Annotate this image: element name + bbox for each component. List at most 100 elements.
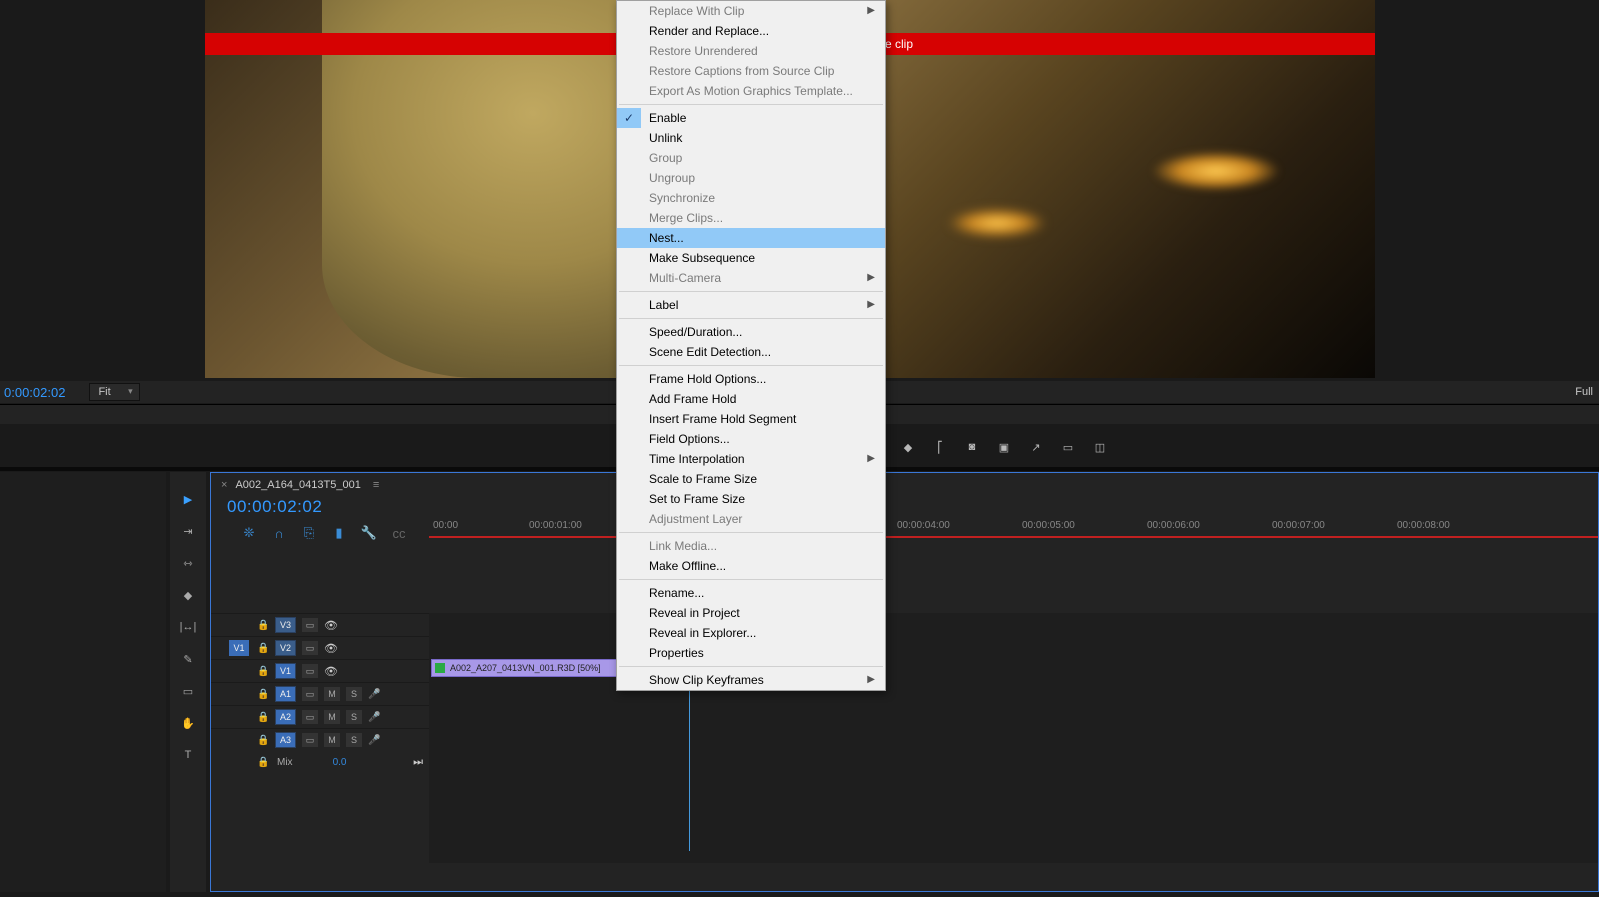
source-v1-tag[interactable]: V1 bbox=[229, 640, 249, 656]
track-toggle[interactable]: ▭ bbox=[302, 618, 318, 632]
sequence-tab[interactable]: × A002_A164_0413T5_001 ≡ bbox=[211, 473, 1598, 491]
menu-item-set-to-frame-size[interactable]: Set to Frame Size bbox=[617, 489, 885, 509]
zoom-fit-dropdown[interactable]: Fit bbox=[89, 383, 139, 401]
track-toggle[interactable]: ▭ bbox=[302, 710, 318, 724]
linked-selection-icon[interactable]: ⎘ bbox=[301, 525, 317, 541]
mic-icon[interactable]: 🎤 bbox=[368, 712, 380, 723]
track-a2[interactable]: 🔒 A2 ▭ M S 🎤 bbox=[211, 705, 429, 728]
track-toggle[interactable]: ▭ bbox=[302, 664, 318, 678]
eye-icon[interactable]: 👁 bbox=[324, 665, 338, 678]
camera-icon[interactable]: ◙ bbox=[964, 439, 980, 455]
track-v2[interactable]: V1 🔒 V2 ▭ 👁 bbox=[211, 636, 429, 659]
menu-item-make-offline[interactable]: Make Offline... bbox=[617, 556, 885, 576]
lock-icon[interactable]: 🔒 bbox=[257, 620, 269, 631]
settings-icon[interactable]: 🔧 bbox=[361, 525, 377, 541]
hand-tool[interactable]: ✋ bbox=[177, 712, 199, 734]
menu-item-adjustment-layer: Adjustment Layer bbox=[617, 509, 885, 529]
timeline-timecode[interactable]: 00:00:02:02 bbox=[227, 497, 1598, 517]
track-a3[interactable]: 🔒 A3 ▭ M S 🎤 bbox=[211, 728, 429, 751]
menu-item-scale-to-frame-size[interactable]: Scale to Frame Size bbox=[617, 469, 885, 489]
fx-badge-icon[interactable] bbox=[435, 663, 445, 673]
track-label[interactable]: V1 bbox=[275, 663, 296, 679]
menu-item-field-options[interactable]: Field Options... bbox=[617, 429, 885, 449]
eye-icon[interactable]: 👁 bbox=[324, 642, 338, 655]
timeline-content[interactable] bbox=[429, 613, 1598, 863]
time-ruler[interactable]: 00:00 00:00:01:00 00:00:04:00 00:00:05:0… bbox=[429, 520, 1598, 542]
add-marker-icon[interactable]: ◆ bbox=[900, 439, 916, 455]
lock-icon[interactable]: 🔒 bbox=[257, 735, 269, 746]
lock-icon[interactable]: 🔒 bbox=[257, 757, 269, 768]
track-label[interactable]: V3 bbox=[275, 617, 296, 633]
tab-menu-icon[interactable]: ≡ bbox=[373, 479, 379, 491]
lift-icon[interactable]: ▭ bbox=[1060, 439, 1076, 455]
menu-item-frame-hold-options[interactable]: Frame Hold Options... bbox=[617, 369, 885, 389]
menu-item-scene-edit-detection[interactable]: Scene Edit Detection... bbox=[617, 342, 885, 362]
track-label[interactable]: A3 bbox=[275, 732, 296, 748]
solo-button[interactable]: S bbox=[346, 733, 362, 747]
track-toggle[interactable]: ▭ bbox=[302, 687, 318, 701]
solo-button[interactable]: S bbox=[346, 710, 362, 724]
menu-item-reveal-in-explorer[interactable]: Reveal in Explorer... bbox=[617, 623, 885, 643]
type-tool[interactable]: T bbox=[177, 744, 199, 766]
track-v1[interactable]: 🔒 V1 ▭ 👁 bbox=[211, 659, 429, 682]
razor-tool[interactable]: ◆ bbox=[177, 584, 199, 606]
marker-icon[interactable]: ▮ bbox=[331, 525, 347, 541]
eye-icon[interactable]: 👁 bbox=[324, 619, 338, 632]
track-toggle[interactable]: ▭ bbox=[302, 641, 318, 655]
menu-item-speed-duration[interactable]: Speed/Duration... bbox=[617, 322, 885, 342]
menu-item-insert-frame-hold-segment[interactable]: Insert Frame Hold Segment bbox=[617, 409, 885, 429]
track-a1[interactable]: 🔒 A1 ▭ M S 🎤 bbox=[211, 682, 429, 705]
menu-item-add-frame-hold[interactable]: Add Frame Hold bbox=[617, 389, 885, 409]
mic-icon[interactable]: 🎤 bbox=[368, 735, 380, 746]
mute-button[interactable]: M bbox=[324, 733, 340, 747]
menu-item-unlink[interactable]: Unlink bbox=[617, 128, 885, 148]
menu-item-export-as-motion-graphics-template: Export As Motion Graphics Template... bbox=[617, 81, 885, 101]
mark-in-icon[interactable]: ⎡ bbox=[932, 439, 948, 455]
track-select-tool[interactable]: ⇥ bbox=[177, 520, 199, 542]
compare-icon[interactable]: ◫ bbox=[1092, 439, 1108, 455]
cc-icon[interactable]: cc bbox=[391, 525, 407, 541]
mute-button[interactable]: M bbox=[324, 687, 340, 701]
resolution-dropdown[interactable]: Full bbox=[1575, 386, 1593, 398]
menu-item-reveal-in-project[interactable]: Reveal in Project bbox=[617, 603, 885, 623]
rectangle-tool[interactable]: ▭ bbox=[177, 680, 199, 702]
mix-value[interactable]: 0.0 bbox=[333, 757, 347, 768]
lock-icon[interactable]: 🔒 bbox=[257, 712, 269, 723]
menu-item-rename[interactable]: Rename... bbox=[617, 583, 885, 603]
skip-end-icon[interactable]: ⏭ bbox=[413, 756, 423, 769]
pen-tool[interactable]: ✎ bbox=[177, 648, 199, 670]
snap-icon[interactable]: ❊ bbox=[241, 525, 257, 541]
menu-item-time-interpolation[interactable]: Time Interpolation▶ bbox=[617, 449, 885, 469]
magnet-icon[interactable]: ∩ bbox=[271, 525, 287, 541]
lock-icon[interactable]: 🔒 bbox=[257, 666, 269, 677]
menu-separator bbox=[619, 291, 883, 292]
menu-item-label[interactable]: Label▶ bbox=[617, 295, 885, 315]
mix-track[interactable]: 🔒 Mix 0.0 ⏭ bbox=[211, 751, 429, 773]
menu-item-render-and-replace[interactable]: Render and Replace... bbox=[617, 21, 885, 41]
lock-icon[interactable]: 🔒 bbox=[257, 689, 269, 700]
close-tab-icon[interactable]: × bbox=[221, 479, 227, 491]
menu-item-make-subsequence[interactable]: Make Subsequence bbox=[617, 248, 885, 268]
export-icon[interactable]: ↗ bbox=[1028, 439, 1044, 455]
track-v3[interactable]: 🔒 V3 ▭ 👁 bbox=[211, 613, 429, 636]
menu-item-show-clip-keyframes[interactable]: Show Clip Keyframes▶ bbox=[617, 670, 885, 690]
track-toggle[interactable]: ▭ bbox=[302, 733, 318, 747]
selection-tool[interactable]: ▶ bbox=[177, 488, 199, 510]
mic-icon[interactable]: 🎤 bbox=[368, 689, 380, 700]
menu-separator bbox=[619, 318, 883, 319]
overwrite-icon[interactable]: ▣ bbox=[996, 439, 1012, 455]
menu-item-properties[interactable]: Properties bbox=[617, 643, 885, 663]
solo-button[interactable]: S bbox=[346, 687, 362, 701]
menu-item-nest[interactable]: Nest... bbox=[617, 228, 885, 248]
track-label[interactable]: A2 bbox=[275, 709, 296, 725]
slip-tool[interactable]: |↔| bbox=[177, 616, 199, 638]
menu-item-ungroup: Ungroup bbox=[617, 168, 885, 188]
track-label[interactable]: V2 bbox=[275, 640, 296, 656]
mute-button[interactable]: M bbox=[324, 710, 340, 724]
menu-item-enable[interactable]: Enable✓ bbox=[617, 108, 885, 128]
track-label[interactable]: A1 bbox=[275, 686, 296, 702]
check-icon: ✓ bbox=[617, 108, 641, 128]
lock-icon[interactable]: 🔒 bbox=[257, 643, 269, 654]
program-timecode[interactable]: 0:00:02:02 bbox=[4, 385, 65, 400]
ripple-edit-tool[interactable]: ⇿ bbox=[177, 552, 199, 574]
